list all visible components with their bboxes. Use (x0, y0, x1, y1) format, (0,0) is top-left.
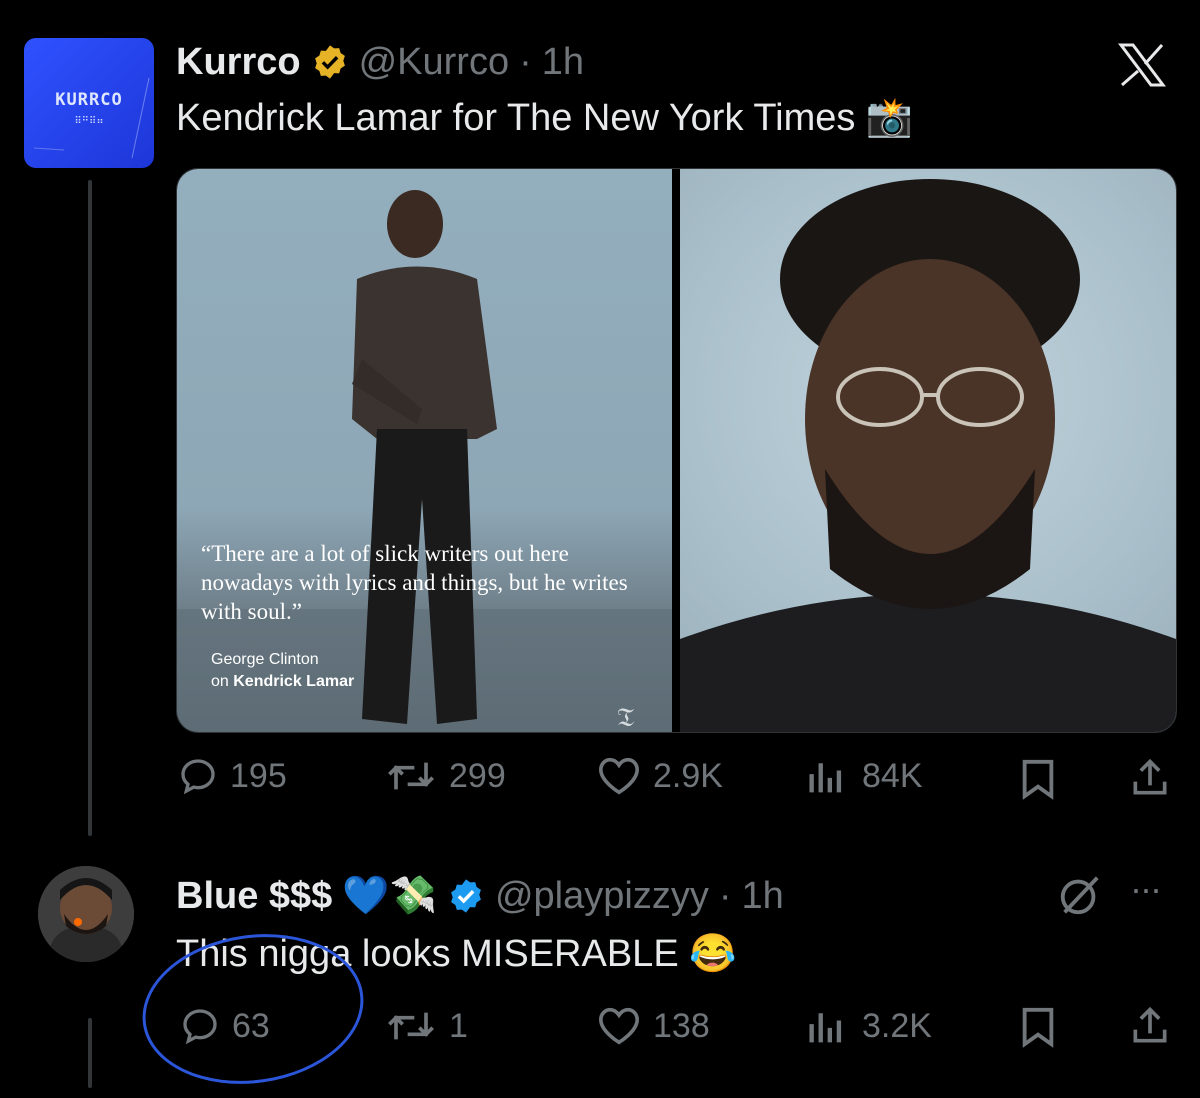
cartoon-avatar (38, 866, 134, 962)
like-icon (598, 757, 640, 795)
dot-separator: · (519, 40, 532, 83)
reply-handle[interactable]: @playpizzyy (495, 875, 709, 918)
reply-name-emojis: 💙💸 (342, 875, 437, 917)
author-avatar[interactable]: KURRCO ⠿⠛⠿⠶ (24, 38, 154, 168)
portrait-figure (680, 179, 1176, 732)
reply-icon (181, 759, 215, 795)
post-time[interactable]: 1h (542, 41, 584, 84)
thread-line (88, 180, 92, 836)
credit-name: George Clinton (211, 651, 319, 668)
reply-header: Blue $$$ 💙💸 @playpizzyy · 1h (176, 872, 784, 920)
share-icon[interactable] (1128, 756, 1172, 800)
x-logo-icon[interactable] (1118, 43, 1166, 87)
repost-icon (388, 762, 434, 790)
post-media[interactable]: “There are a lot of slick writers out he… (176, 168, 1177, 733)
reply-repost-count: 1 (449, 1006, 468, 1045)
blue-verified-badge-icon (451, 879, 481, 913)
views-action[interactable]: 84K (806, 756, 923, 796)
repost-count: 299 (449, 756, 506, 795)
dot-separator: · (718, 874, 732, 917)
views-count: 84K (862, 756, 923, 795)
reply-action[interactable]: 195 (178, 756, 287, 796)
like-icon (598, 1007, 640, 1045)
quote-credit: George Clinton on Kendrick Lamar (211, 649, 354, 693)
reply-views-count: 3.2K (862, 1006, 932, 1045)
thread-line-lower (88, 1018, 92, 1088)
media-photo-full-body[interactable]: “There are a lot of slick writers out he… (177, 169, 672, 732)
gold-verified-badge-icon (314, 45, 345, 79)
reply-like-action[interactable]: 138 (597, 1006, 710, 1046)
reply-like-count: 138 (653, 1006, 710, 1045)
person-standing-figure (177, 190, 672, 732)
post-text: Kendrick Lamar for The New York Times 📸 (176, 97, 914, 139)
post-header: Kurrco @Kurrco · 1h (176, 38, 584, 86)
grok-icon[interactable] (1056, 872, 1104, 918)
reply-count: 195 (230, 756, 287, 795)
bookmark-icon[interactable] (1018, 1006, 1058, 1048)
credit-prefix: on (211, 673, 229, 690)
credit-subject: Kendrick Lamar (233, 673, 355, 690)
like-count: 2.9K (653, 756, 723, 795)
quote-text: “There are a lot of slick writers out he… (201, 541, 628, 624)
nyt-logo-icon: 𝔗 (617, 703, 635, 732)
repost-action[interactable]: 299 (385, 756, 506, 796)
share-icon[interactable] (1128, 1004, 1172, 1048)
like-action[interactable]: 2.9K (597, 756, 723, 796)
avatar-lines (33, 77, 150, 159)
reply-repost-action[interactable]: 1 (385, 1006, 468, 1046)
reply-time[interactable]: 1h (741, 875, 783, 918)
reply-views-action[interactable]: 3.2K (806, 1006, 932, 1046)
repost-icon (388, 1012, 434, 1040)
author-handle[interactable]: @Kurrco (359, 41, 510, 84)
views-icon (809, 1013, 842, 1043)
views-icon (809, 763, 842, 793)
bookmark-icon[interactable] (1018, 758, 1058, 800)
author-name[interactable]: Kurrco (176, 41, 301, 84)
reply-author-name[interactable]: Blue $$$ (176, 875, 332, 918)
reply-author-avatar[interactable] (38, 866, 134, 962)
media-photo-portrait[interactable] (680, 169, 1176, 732)
more-options-icon[interactable]: ··· (1130, 868, 1162, 910)
